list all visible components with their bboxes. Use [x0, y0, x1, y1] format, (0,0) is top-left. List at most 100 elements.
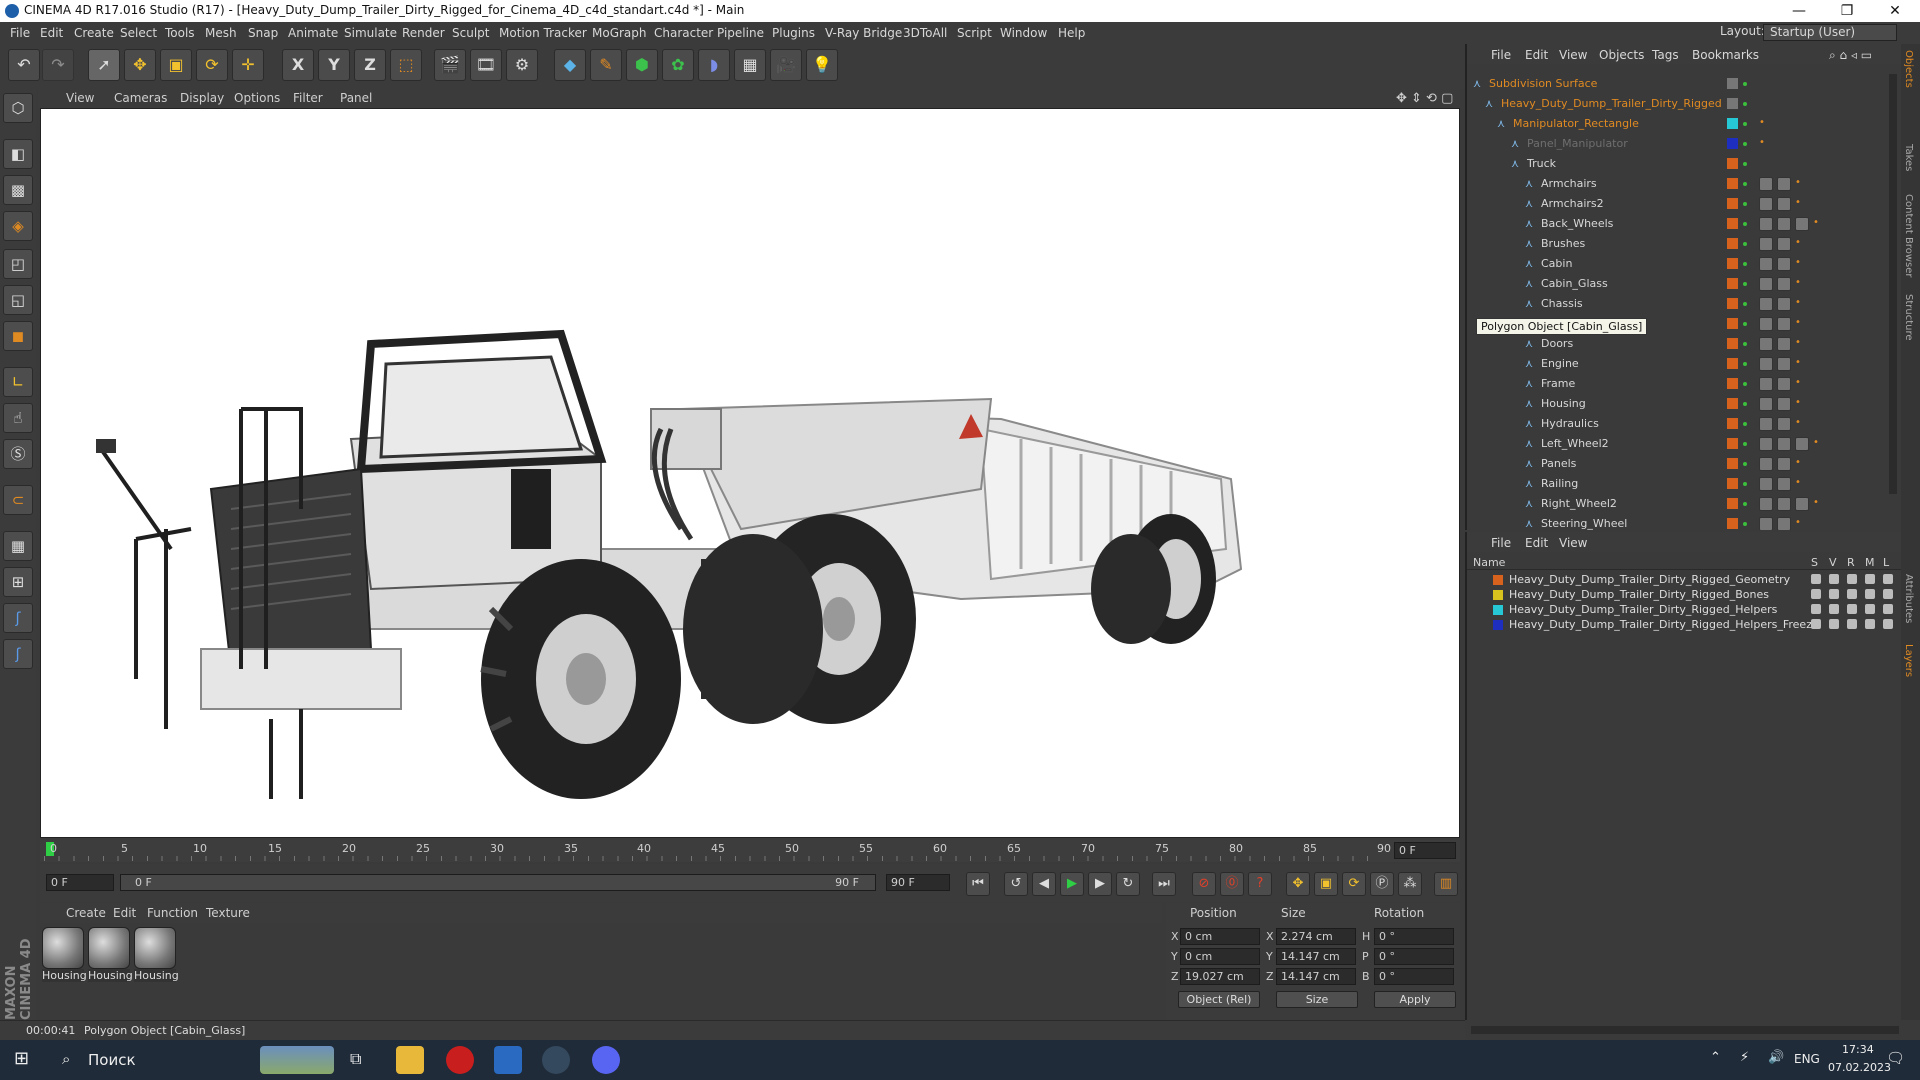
- previous-key-icon[interactable]: ↺: [1004, 872, 1028, 896]
- menu-select[interactable]: Select: [120, 26, 157, 40]
- object-tag-icon[interactable]: •: [1795, 237, 1809, 251]
- camera-icon[interactable]: 🎥: [770, 49, 802, 81]
- object-tag-icon[interactable]: [1759, 337, 1773, 351]
- render-picture-viewer-icon[interactable]: 🎞: [470, 49, 502, 81]
- menu-pipeline[interactable]: Pipeline: [717, 26, 764, 40]
- menu-3dtoall[interactable]: 3DToAll: [903, 26, 947, 40]
- 3d-viewport[interactable]: [40, 108, 1460, 838]
- layer-scrollbar[interactable]: [1471, 1026, 1899, 1034]
- visibility-dot[interactable]: [1743, 242, 1747, 246]
- layer-color-swatch[interactable]: [1727, 318, 1738, 329]
- object-row[interactable]: ⋏ Doors •: [1467, 334, 1883, 354]
- menu-vray-bridge[interactable]: V-Ray Bridge: [825, 26, 902, 40]
- key-scale-icon[interactable]: ▣: [1314, 872, 1338, 896]
- visibility-dot[interactable]: [1743, 302, 1747, 306]
- position-z-field[interactable]: 19.027 cm: [1180, 968, 1260, 985]
- tab-attributes[interactable]: Attributes: [1903, 574, 1914, 623]
- live-select-icon[interactable]: ✛: [232, 49, 264, 81]
- tweak-mode-icon[interactable]: ☝: [3, 403, 33, 433]
- layer-color-swatch[interactable]: [1493, 575, 1503, 585]
- layer-toggle-icon[interactable]: [1883, 604, 1893, 614]
- render-settings-icon[interactable]: ⚙: [506, 49, 538, 81]
- object-tag-icon[interactable]: [1777, 397, 1791, 411]
- volume-icon[interactable]: 🔊: [1768, 1050, 1784, 1065]
- object-tag-icon[interactable]: •: [1795, 457, 1809, 471]
- viewport-menu-display[interactable]: Display: [180, 91, 224, 105]
- menu-snap[interactable]: Snap: [248, 26, 278, 40]
- layer-toggle-icon[interactable]: [1829, 604, 1839, 614]
- object-row[interactable]: ⋏ Heavy_Duty_Dump_Trailer_Dirty_Rigged: [1467, 94, 1883, 114]
- layer-toggle-icon[interactable]: [1847, 604, 1857, 614]
- tab-takes[interactable]: Takes: [1903, 144, 1914, 171]
- object-row[interactable]: ⋏ Engine •: [1467, 354, 1883, 374]
- visibility-dot[interactable]: [1743, 162, 1747, 166]
- size-z-field[interactable]: 14.147 cm: [1276, 968, 1356, 985]
- object-row[interactable]: ⋏ Steering_Wheel •: [1467, 514, 1883, 530]
- end-frame-field[interactable]: 90 F: [886, 874, 950, 891]
- layer-color-swatch[interactable]: [1727, 178, 1738, 189]
- viewport-menu-options[interactable]: Options: [234, 91, 280, 105]
- visibility-dot[interactable]: [1743, 282, 1747, 286]
- object-tag-icon[interactable]: [1777, 257, 1791, 271]
- visibility-dot[interactable]: [1743, 482, 1747, 486]
- layout-select[interactable]: Startup (User): [1763, 24, 1897, 41]
- file-explorer-icon[interactable]: [396, 1046, 424, 1074]
- object-tag-icon[interactable]: •: [1795, 377, 1809, 391]
- tray-chevron-icon[interactable]: ⌃: [1710, 1050, 1721, 1065]
- position-y-field[interactable]: 0 cm: [1180, 948, 1260, 965]
- object-tag-icon[interactable]: •: [1795, 397, 1809, 411]
- layer-color-swatch[interactable]: [1727, 458, 1738, 469]
- object-tag-icon[interactable]: [1759, 257, 1773, 271]
- layer-color-swatch[interactable]: [1727, 498, 1738, 509]
- object-tag-icon[interactable]: •: [1795, 197, 1809, 211]
- object-row[interactable]: ⋏ Subdivision Surface: [1467, 74, 1883, 94]
- redo-icon[interactable]: ↷: [42, 49, 74, 81]
- position-x-field[interactable]: 0 cm: [1180, 928, 1260, 945]
- object-tag-icon[interactable]: [1777, 477, 1791, 491]
- tab-objects[interactable]: Objects: [1903, 50, 1914, 88]
- size-x-field[interactable]: 2.274 cm: [1276, 928, 1356, 945]
- menu-mesh[interactable]: Mesh: [205, 26, 237, 40]
- menu-file[interactable]: File: [10, 26, 30, 40]
- object-tag-icon[interactable]: [1759, 477, 1773, 491]
- menu-create[interactable]: Create: [74, 26, 114, 40]
- layer-color-swatch[interactable]: [1727, 118, 1738, 129]
- maximize-button[interactable]: ❐: [1824, 0, 1870, 22]
- material-menu-function[interactable]: Function: [147, 906, 198, 920]
- layer-toggle-icon[interactable]: [1883, 619, 1893, 629]
- edges-mode-icon[interactable]: ◱: [3, 285, 33, 315]
- visibility-dot[interactable]: [1743, 102, 1747, 106]
- object-tag-icon[interactable]: [1759, 377, 1773, 391]
- layer-color-swatch[interactable]: [1727, 78, 1738, 89]
- object-tag-icon[interactable]: [1777, 457, 1791, 471]
- object-row[interactable]: ⋏ Right_Wheel2 •: [1467, 494, 1883, 514]
- visibility-dot[interactable]: [1743, 522, 1747, 526]
- play-icon[interactable]: ▶: [1060, 872, 1084, 896]
- layer-toggle-icon[interactable]: [1865, 619, 1875, 629]
- clock-date[interactable]: 07.02.2023: [1828, 1061, 1891, 1074]
- tab-layers[interactable]: Layers: [1903, 644, 1914, 677]
- layer-toggle-icon[interactable]: [1811, 574, 1821, 584]
- object-menu-file[interactable]: File: [1491, 48, 1511, 62]
- object-scrollbar[interactable]: [1889, 74, 1897, 494]
- network-icon[interactable]: ⚡: [1740, 1050, 1749, 1065]
- coordinate-system-icon[interactable]: ⬚: [390, 49, 422, 81]
- next-key-icon[interactable]: ↻: [1116, 872, 1140, 896]
- object-tag-icon[interactable]: [1759, 417, 1773, 431]
- layer-row[interactable]: Heavy_Duty_Dump_Trailer_Dirty_Rigged_Bon…: [1467, 587, 1903, 602]
- menu-simulate[interactable]: Simulate: [344, 26, 397, 40]
- layer-color-swatch[interactable]: [1727, 238, 1738, 249]
- layer-row[interactable]: Heavy_Duty_Dump_Trailer_Dirty_Rigged_Hel…: [1467, 617, 1903, 632]
- visibility-dot[interactable]: [1743, 362, 1747, 366]
- menu-mograph[interactable]: MoGraph: [592, 26, 647, 40]
- layer-color-swatch[interactable]: [1493, 620, 1503, 630]
- object-menu-objects[interactable]: Objects: [1599, 48, 1644, 62]
- select-arrow-icon[interactable]: ➚: [88, 49, 120, 81]
- make-editable-icon[interactable]: ⬡: [3, 93, 33, 123]
- viewport-nav-icons[interactable]: ✥ ⇕ ⟲ ▢: [1396, 91, 1453, 106]
- object-menu-edit[interactable]: Edit: [1525, 48, 1548, 62]
- object-row[interactable]: ⋏ Armchairs2 •: [1467, 194, 1883, 214]
- menu-edit[interactable]: Edit: [40, 26, 63, 40]
- object-menu-bookmarks[interactable]: Bookmarks: [1692, 48, 1759, 62]
- object-tag-icon[interactable]: [1795, 217, 1809, 231]
